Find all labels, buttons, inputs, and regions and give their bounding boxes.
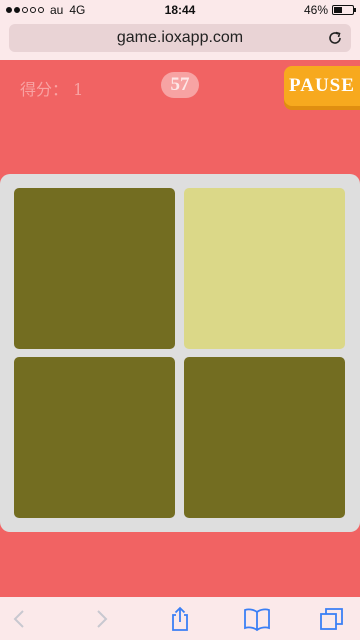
bookmarks-icon[interactable] [243,605,271,633]
share-icon[interactable] [166,605,194,633]
browser-toolbar [0,597,360,640]
tile-1[interactable] [14,188,175,349]
tabs-icon[interactable] [318,605,346,633]
battery-percent: 46% [303,3,328,17]
back-icon[interactable] [6,605,34,633]
status-bar: au 4G 18:44 46% [0,0,360,20]
tile-2[interactable] [184,188,345,349]
tile-4[interactable] [184,357,345,518]
address-bar[interactable]: game.ioxapp.com [9,24,351,52]
game-board [0,174,360,532]
score-label: 得分： [20,80,69,99]
tile-3[interactable] [14,357,175,518]
score-value: 1 [73,80,84,99]
reload-icon[interactable] [327,30,343,46]
status-right: 46% [303,3,356,17]
pause-button[interactable]: PAUSE [284,66,360,106]
battery-icon [332,5,356,15]
score-display: 得分： 1 [20,76,83,100]
forward-icon[interactable] [87,605,115,633]
browser-address-area: game.ioxapp.com [0,20,360,60]
url-text: game.ioxapp.com [116,29,244,46]
countdown-timer: 57 [161,72,199,98]
